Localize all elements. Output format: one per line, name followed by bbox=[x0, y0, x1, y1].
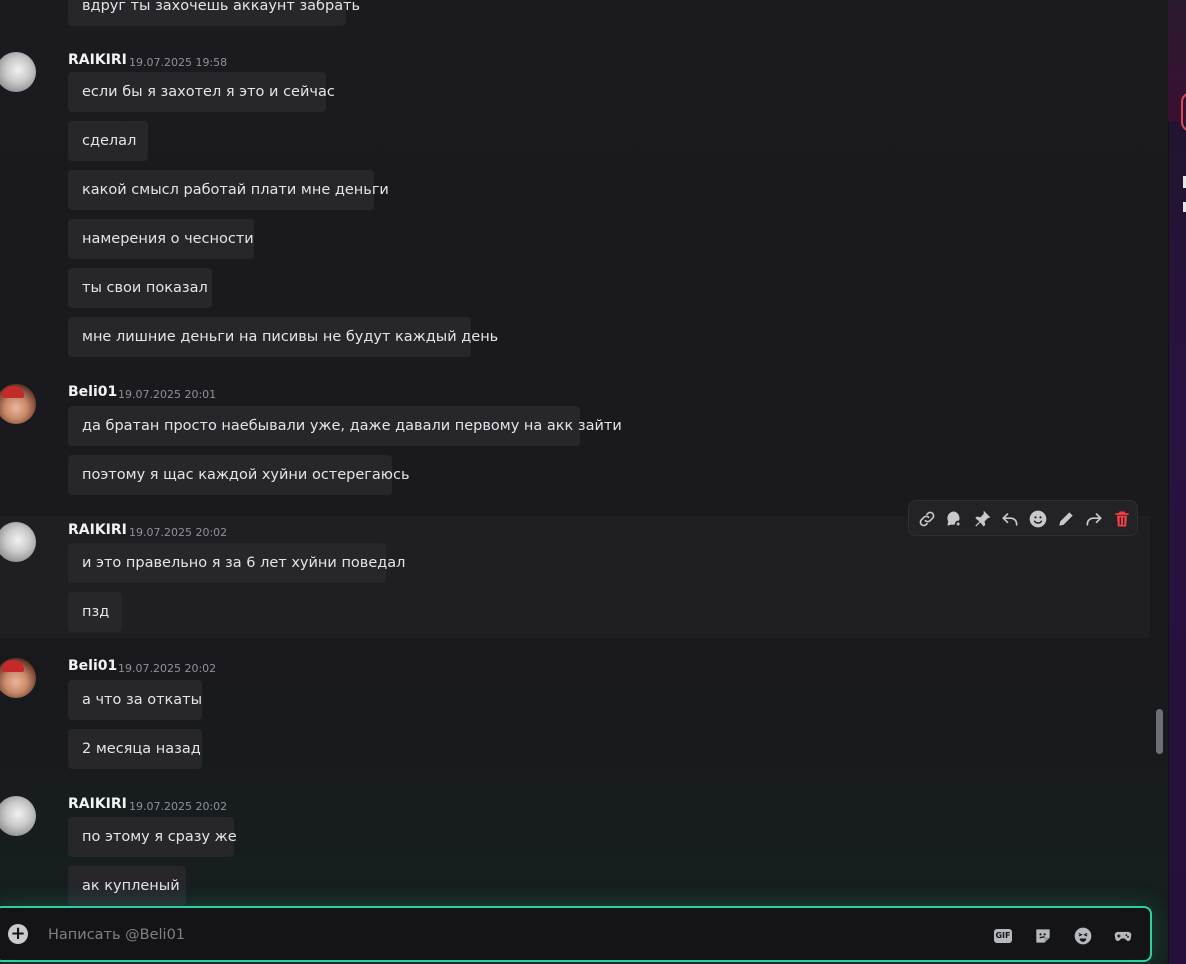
message-input[interactable] bbox=[46, 921, 950, 949]
avatar[interactable] bbox=[0, 522, 36, 562]
avatar[interactable] bbox=[0, 796, 36, 836]
gif-label: GIF bbox=[994, 929, 1012, 943]
message-bubble[interactable]: пзд bbox=[68, 592, 122, 632]
author-name[interactable]: Beli01 bbox=[68, 658, 117, 674]
message-bubble[interactable]: сделал bbox=[68, 121, 148, 161]
message-group: Beli01 19.07.2025 20:01 да братан просто… bbox=[0, 378, 1150, 498]
message-bubble[interactable]: вдруг ты захочешь аккаунт забрать bbox=[68, 0, 360, 26]
timestamp: 19.07.2025 20:02 bbox=[129, 526, 228, 539]
delete-icon[interactable] bbox=[1110, 507, 1134, 531]
message-bubble[interactable]: а что за откаты bbox=[68, 680, 202, 720]
message-bubble[interactable]: поэтому я щас каждой хуйни остерегаюсь bbox=[68, 455, 410, 495]
author-name[interactable]: RAIKIRI bbox=[68, 522, 127, 538]
thread-icon[interactable] bbox=[942, 507, 966, 531]
pin-icon[interactable] bbox=[970, 507, 994, 531]
message-bubble[interactable]: по этому я сразу же bbox=[68, 817, 237, 857]
forward-icon[interactable] bbox=[1082, 507, 1106, 531]
message-group: вдруг ты захочешь аккаунт забрать bbox=[0, 0, 1150, 30]
avatar[interactable] bbox=[0, 384, 36, 424]
message-bubble[interactable]: ты свои показал bbox=[68, 268, 212, 308]
sticker-icon[interactable] bbox=[1031, 924, 1055, 948]
timestamp: 19.07.2025 19:58 bbox=[129, 56, 228, 69]
author-name[interactable]: RAIKIRI bbox=[68, 796, 127, 812]
gif-icon[interactable]: GIF bbox=[991, 924, 1015, 948]
message-bubble[interactable]: ак купленый bbox=[68, 866, 186, 906]
avatar[interactable] bbox=[0, 52, 36, 92]
add-icon[interactable]: + bbox=[8, 924, 28, 944]
emoji-icon[interactable] bbox=[1071, 924, 1095, 948]
member-panel-edge bbox=[1168, 0, 1186, 964]
message-bubble[interactable]: намерения о чесности bbox=[68, 219, 254, 259]
message-group: Beli01 19.07.2025 20:02 а что за откаты … bbox=[0, 652, 1150, 772]
message-bubble[interactable]: да братан просто наебывали уже, даже дав… bbox=[68, 406, 622, 446]
reply-icon[interactable] bbox=[998, 507, 1022, 531]
message-bubble[interactable]: если бы я захотел я это и сейчас bbox=[68, 72, 335, 112]
link-icon[interactable] bbox=[915, 507, 939, 531]
timestamp: 19.07.2025 20:02 bbox=[129, 800, 228, 813]
scrollbar-thumb[interactable] bbox=[1156, 709, 1163, 754]
message-group: RAIKIRI 19.07.2025 19:58 если бы я захот… bbox=[0, 46, 1150, 366]
timestamp: 19.07.2025 20:02 bbox=[118, 662, 217, 675]
edit-icon[interactable] bbox=[1054, 507, 1078, 531]
message-group: RAIKIRI 19.07.2025 20:02 по этому я сраз… bbox=[0, 790, 1150, 910]
game-icon[interactable] bbox=[1111, 924, 1135, 948]
avatar[interactable] bbox=[0, 658, 36, 698]
message-bubble[interactable]: и это правельно я за 6 лет хуйни поведал bbox=[68, 543, 405, 583]
message-bubble[interactable]: какой смысл работай плати мне деньги bbox=[68, 170, 389, 210]
emoji-icon[interactable] bbox=[1026, 507, 1050, 531]
chat-pane: вдруг ты захочешь аккаунт забрать RAIKIR… bbox=[0, 0, 1168, 964]
profile-avatar-edge[interactable] bbox=[1181, 92, 1186, 132]
timestamp: 19.07.2025 20:01 bbox=[118, 388, 217, 401]
message-bubble[interactable]: 2 месяца назад bbox=[68, 729, 202, 769]
message-bubble[interactable]: мне лишние деньги на писивы не будут каж… bbox=[68, 317, 498, 357]
author-name[interactable]: Beli01 bbox=[68, 384, 117, 400]
author-name[interactable]: RAIKIRI bbox=[68, 52, 127, 68]
message-toolbar bbox=[908, 500, 1138, 536]
message-composer: + GIF bbox=[0, 906, 1152, 962]
